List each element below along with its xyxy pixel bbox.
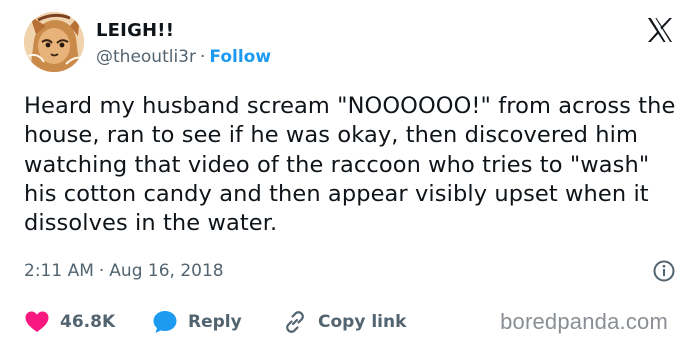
- follow-button[interactable]: Follow: [209, 47, 271, 67]
- info-icon[interactable]: [652, 259, 676, 283]
- avatar[interactable]: [24, 12, 84, 72]
- timestamp-row: 2:11 AM · Aug 16, 2018: [24, 258, 676, 284]
- timestamp[interactable]: 2:11 AM · Aug 16, 2018: [24, 261, 224, 281]
- tweet-date: Aug 16, 2018: [109, 261, 224, 281]
- watermark: boredpanda.com: [500, 309, 668, 334]
- copy-link-label: Copy link: [318, 312, 407, 332]
- handle-line: @theoutli3r · Follow: [96, 44, 271, 70]
- tweet-text: Heard my husband scream "NOOOOOO!" from …: [24, 93, 676, 237]
- copy-link-button[interactable]: Copy link: [282, 308, 406, 336]
- likes-count: 46.8K: [60, 312, 116, 332]
- tweet-header: LEIGH!! @theoutli3r · Follow: [24, 12, 676, 76]
- tweet-time: 2:11 AM: [24, 261, 94, 281]
- user-handle[interactable]: @theoutli3r: [96, 47, 196, 67]
- tweet-card: LEIGH!! @theoutli3r · Follow Heard my husb…: [0, 0, 700, 348]
- time-separator: ·: [98, 261, 105, 281]
- handle-separator: ·: [200, 47, 206, 67]
- link-icon: [286, 311, 304, 333]
- reply-label: Reply: [188, 312, 242, 332]
- display-name[interactable]: LEIGH!!: [96, 20, 271, 42]
- x-logo-icon[interactable]: [646, 16, 674, 44]
- reply-bubble-icon: [153, 311, 177, 333]
- action-bar: 46.8K Reply Copy link boredpanda.com: [24, 308, 684, 336]
- reply-button[interactable]: Reply: [152, 308, 242, 336]
- heart-icon: [25, 311, 49, 332]
- name-block: LEIGH!! @theoutli3r · Follow: [96, 20, 271, 70]
- like-button[interactable]: 46.8K: [24, 308, 115, 336]
